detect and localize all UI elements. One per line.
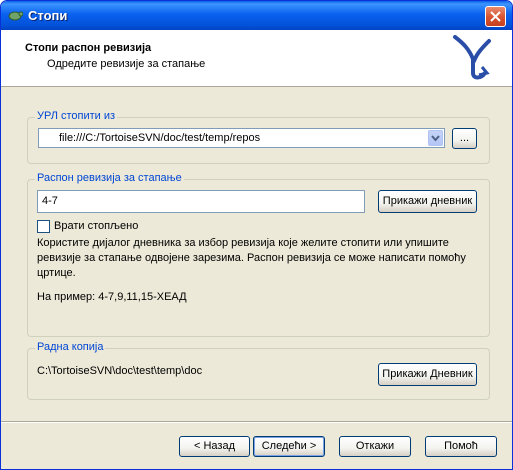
- help-button[interactable]: Помоћ: [425, 436, 497, 457]
- help-text-line-2: ревизије за стапање одвојене зарезима. Р…: [37, 252, 466, 264]
- cancel-label: Откажи: [355, 440, 395, 452]
- url-group-legend: УРЛ стопити из: [35, 110, 118, 122]
- help-label: Помоћ: [444, 440, 478, 452]
- close-button[interactable]: [485, 6, 506, 27]
- url-combobox[interactable]: file:///C:/TortoiseSVN/doc/test/temp/rep…: [38, 128, 445, 148]
- revision-range-input[interactable]: 4-7: [37, 190, 365, 213]
- back-button[interactable]: < Назад: [179, 436, 250, 457]
- reverse-merge-label[interactable]: Врати стопљено: [54, 220, 138, 232]
- close-icon: [490, 11, 501, 22]
- next-label: Следећи >: [261, 440, 317, 452]
- example-text: На пример: 4-7,9,11,15-ХЕАД: [37, 291, 187, 303]
- wc-show-log-label: Прикажи Дневник: [382, 368, 473, 380]
- back-label: < Назад: [194, 440, 235, 452]
- next-button[interactable]: Следећи >: [253, 436, 325, 457]
- working-copy-legend: Радна копија: [35, 341, 106, 353]
- revision-range-value: 4-7: [42, 195, 58, 207]
- help-text-line-3: цртице.: [37, 267, 76, 279]
- url-value: file:///C:/TortoiseSVN/doc/test/temp/rep…: [59, 132, 261, 144]
- revision-range-legend: Распон ревизија за стапање: [35, 172, 184, 184]
- window-title: Стопи: [28, 8, 68, 23]
- page-subtitle: Одредите ревизије за стапање: [47, 58, 206, 70]
- show-log-button[interactable]: Прикажи дневник: [378, 190, 477, 213]
- working-copy-path: C:\TortoiseSVN\doc\test\temp\doc: [37, 365, 203, 377]
- merge-dialog: Стопи Стопи распон ревизија Одредите рев…: [0, 0, 513, 470]
- title-bar[interactable]: Стопи: [1, 1, 512, 30]
- wc-show-log-button[interactable]: Прикажи Дневник: [378, 363, 477, 386]
- merge-logo-icon: [453, 35, 491, 80]
- tortoise-icon: [8, 11, 23, 21]
- cancel-button[interactable]: Откажи: [339, 436, 411, 457]
- help-text-line-1: Користите дијалог дневника за избор реви…: [37, 237, 449, 249]
- page-title: Стопи распон ревизија: [25, 42, 152, 54]
- dropdown-button[interactable]: [428, 130, 443, 146]
- footer-separator: [1, 421, 512, 423]
- reverse-merge-checkbox[interactable]: [37, 220, 50, 233]
- browse-label: ...: [459, 132, 470, 144]
- wizard-header: Стопи распон ревизија Одредите ревизије …: [1, 30, 512, 87]
- chevron-down-icon: [431, 135, 440, 142]
- show-log-label: Прикажи дневник: [382, 195, 473, 207]
- browse-button[interactable]: ...: [452, 128, 477, 149]
